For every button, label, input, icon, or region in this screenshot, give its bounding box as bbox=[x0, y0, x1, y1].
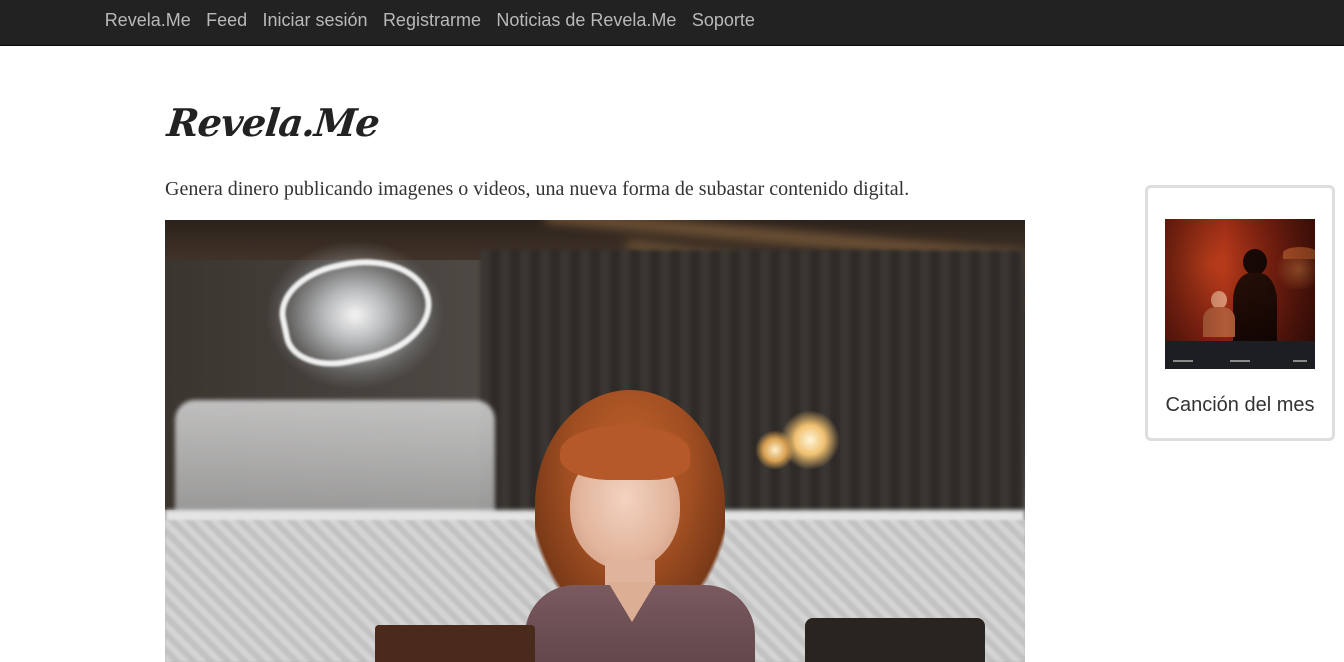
page-title: Revela.Me bbox=[165, 100, 382, 145]
nav-link-login[interactable]: Iniciar sesión bbox=[255, 10, 375, 31]
hero-person-neckline bbox=[608, 582, 656, 622]
song-of-month-card[interactable]: Canción del mes bbox=[1145, 185, 1335, 441]
hero-chair bbox=[375, 625, 535, 662]
nav-link-brand[interactable]: Revela.Me bbox=[97, 10, 198, 31]
nav-link-register[interactable]: Registrarme bbox=[375, 10, 488, 31]
nav-item-feed: Feed bbox=[198, 10, 254, 31]
hero-image bbox=[165, 220, 1025, 662]
nav-item-support: Soporte bbox=[684, 10, 762, 31]
cover-fine-print bbox=[1293, 360, 1307, 362]
nav-link-feed[interactable]: Feed bbox=[198, 10, 254, 31]
top-navbar: Revela.Me Feed Iniciar sesión Registrarm… bbox=[0, 0, 1344, 46]
cover-fine-print bbox=[1230, 360, 1250, 362]
cover-floor bbox=[1165, 341, 1315, 369]
hero-person-bangs bbox=[560, 425, 690, 480]
nav-menu: Revela.Me Feed Iniciar sesión Registrarm… bbox=[0, 0, 1344, 40]
hero-chair bbox=[805, 618, 985, 662]
nav-link-news[interactable]: Noticias de Revela.Me bbox=[489, 10, 684, 31]
nav-item-register: Registrarme bbox=[375, 10, 488, 31]
page-tagline: Genera dinero publicando imagenes o vide… bbox=[165, 178, 910, 200]
cover-fine-print bbox=[1173, 360, 1193, 362]
nav-item-login: Iniciar sesión bbox=[255, 10, 375, 31]
hero-lamp bbox=[755, 430, 795, 470]
nav-item-news: Noticias de Revela.Me bbox=[489, 10, 684, 31]
album-cover-image[interactable] bbox=[1165, 219, 1315, 369]
nav-item-home: Revela.Me bbox=[97, 10, 198, 31]
song-of-month-label: Canción del mes bbox=[1165, 394, 1315, 416]
nav-link-support[interactable]: Soporte bbox=[684, 10, 762, 31]
